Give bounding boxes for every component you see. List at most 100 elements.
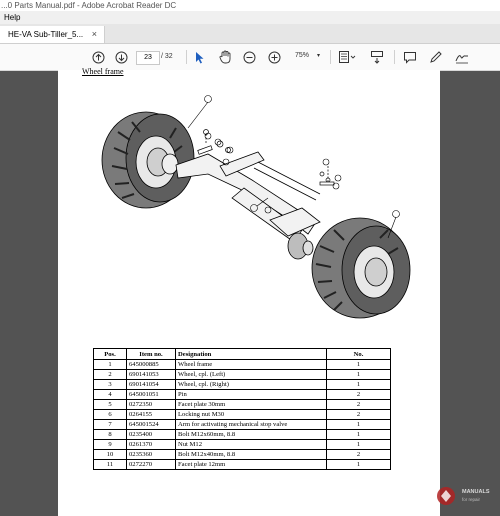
- scroll-mode-button[interactable]: [369, 49, 385, 65]
- cell-quantity: 2: [326, 449, 391, 460]
- cell-item-no: 690141053: [126, 369, 176, 380]
- table-row: 9 0261370 Nut M12 1: [93, 439, 391, 450]
- pdf-page: Wheel frame Pos. Item no. Designation No…: [58, 67, 440, 516]
- column-header: Pos.: [93, 348, 127, 360]
- window-title: ...0 Parts Manual.pdf - Adobe Acrobat Re…: [1, 1, 177, 10]
- column-header: Item no.: [126, 348, 176, 360]
- table-row: 7 645001524 Arm for activating mechanical …: [93, 419, 391, 430]
- cell-pos: 9: [93, 439, 127, 450]
- comment-icon: [404, 51, 416, 64]
- toolbar-separator: [394, 50, 395, 64]
- highlight-button[interactable]: [428, 49, 444, 65]
- cell-quantity: 1: [326, 419, 391, 430]
- menu-help[interactable]: Help: [0, 13, 20, 22]
- cell-pos: 2: [93, 369, 127, 380]
- cell-designation: Wheel, cpl. (Left): [175, 369, 327, 380]
- cell-quantity: 1: [326, 429, 391, 440]
- scroll-page-icon: [371, 51, 383, 64]
- cell-item-no: 0272350: [126, 399, 176, 410]
- zoom-dropdown-caret[interactable]: ▾: [317, 52, 320, 59]
- exploded-view-diagram: [101, 95, 411, 319]
- column-header: No.: [326, 348, 391, 360]
- watermark-text: MANUALS: [462, 489, 490, 495]
- tab-document[interactable]: HE-VA Sub-Tiller_5... ×: [0, 26, 105, 43]
- tab-close-icon[interactable]: ×: [92, 26, 97, 43]
- hand-icon: [219, 50, 230, 64]
- cell-item-no: 645001524: [126, 419, 176, 430]
- table-header-row: Pos. Item no. Designation No.: [93, 348, 391, 360]
- cell-item-no: 0272270: [126, 459, 176, 470]
- page-number-input[interactable]: 23: [136, 51, 160, 65]
- comment-button[interactable]: [402, 49, 418, 65]
- cell-quantity: 1: [326, 379, 391, 390]
- page-display-button[interactable]: [337, 49, 357, 65]
- cell-pos: 10: [93, 449, 127, 460]
- toolbar-separator: [186, 50, 187, 64]
- cell-item-no: 0235400: [126, 429, 176, 440]
- plus-circle-icon: [268, 51, 280, 63]
- cell-pos: 1: [93, 359, 127, 370]
- toolbar-separator: [330, 50, 331, 64]
- zoom-in-button[interactable]: [266, 49, 282, 65]
- cell-quantity: 1: [326, 439, 391, 450]
- table-row: 3 690141054 Wheel, cpl. (Right) 1: [93, 379, 391, 390]
- hand-tool-button[interactable]: [217, 49, 233, 65]
- cell-quantity: 1: [326, 459, 391, 470]
- table-row: 10 0235360 Bolt M12x40mm, 8.8 2: [93, 449, 391, 460]
- table-row: 1 645000885 Wheel frame 1: [93, 359, 391, 370]
- next-page-button[interactable]: [113, 49, 129, 65]
- pen-icon: [430, 51, 442, 63]
- cell-pos: 4: [93, 389, 127, 400]
- cell-designation: Locking nut M30: [175, 409, 327, 420]
- cursor-arrow-icon: [196, 51, 204, 63]
- cell-item-no: 0261370: [126, 439, 176, 450]
- cell-quantity: 1: [326, 369, 391, 380]
- table-row: 2 690141053 Wheel, cpl. (Left) 1: [93, 369, 391, 380]
- page-total: / 32: [161, 53, 173, 60]
- cell-designation: Wheel frame: [175, 359, 327, 370]
- select-tool-button[interactable]: [193, 49, 207, 65]
- wheel-right: [311, 217, 411, 319]
- table-row: 4 645001051 Pin 2: [93, 389, 391, 400]
- cell-pos: 11: [93, 459, 127, 470]
- cell-pos: 5: [93, 399, 127, 410]
- parts-table: Pos. Item no. Designation No. 1 645000885…: [93, 348, 391, 470]
- zoom-level[interactable]: 75%: [295, 52, 309, 59]
- arrow-up-circle-icon: [92, 51, 104, 63]
- cell-item-no: 645001051: [126, 389, 176, 400]
- cell-designation: Bolt M12x40mm, 8.8: [175, 449, 327, 460]
- cell-pos: 8: [93, 429, 127, 440]
- cell-designation: Pin: [175, 389, 327, 400]
- cell-item-no: 0264155: [126, 409, 176, 420]
- minus-circle-icon: [243, 51, 255, 63]
- wheel-frame-axle: [175, 151, 321, 260]
- previous-page-button[interactable]: [90, 49, 106, 65]
- table-row: 11 0272270 Facet plate 12mm 1: [93, 459, 391, 470]
- column-header: Designation: [175, 348, 327, 360]
- cell-designation: Nut M12: [175, 439, 327, 450]
- wheel-left: [101, 111, 195, 209]
- cell-designation: Facet plate 12mm: [175, 459, 327, 470]
- cell-item-no: 690141054: [126, 379, 176, 390]
- cell-designation: Arm for activating mechanical stop valve: [175, 419, 327, 430]
- cell-quantity: 2: [326, 399, 391, 410]
- cell-item-no: 0235360: [126, 449, 176, 460]
- window-title-bar: ...0 Parts Manual.pdf - Adobe Acrobat Re…: [0, 0, 500, 11]
- cell-pos: 6: [93, 409, 127, 420]
- cell-quantity: 1: [326, 359, 391, 370]
- cell-designation: Bolt M12x60mm, 8.8: [175, 429, 327, 440]
- cell-quantity: 2: [326, 389, 391, 400]
- cell-quantity: 2: [326, 409, 391, 420]
- toolbar: 23 / 32 75% ▾: [0, 44, 500, 71]
- tab-bar: HE-VA Sub-Tiller_5... ×: [0, 24, 500, 44]
- cell-designation: Facet plate 30mm: [175, 399, 327, 410]
- watermark-subtext: for repair: [462, 497, 481, 502]
- table-row: 8 0235400 Bolt M12x60mm, 8.8 1: [93, 429, 391, 440]
- arrow-down-circle-icon: [115, 51, 127, 63]
- cell-pos: 7: [93, 419, 127, 430]
- table-row: 5 0272350 Facet plate 30mm 2: [93, 399, 391, 410]
- table-row: 6 0264155 Locking nut M30 2: [93, 409, 391, 420]
- sign-button[interactable]: [454, 49, 470, 65]
- zoom-out-button[interactable]: [241, 49, 257, 65]
- cell-designation: Wheel, cpl. (Right): [175, 379, 327, 390]
